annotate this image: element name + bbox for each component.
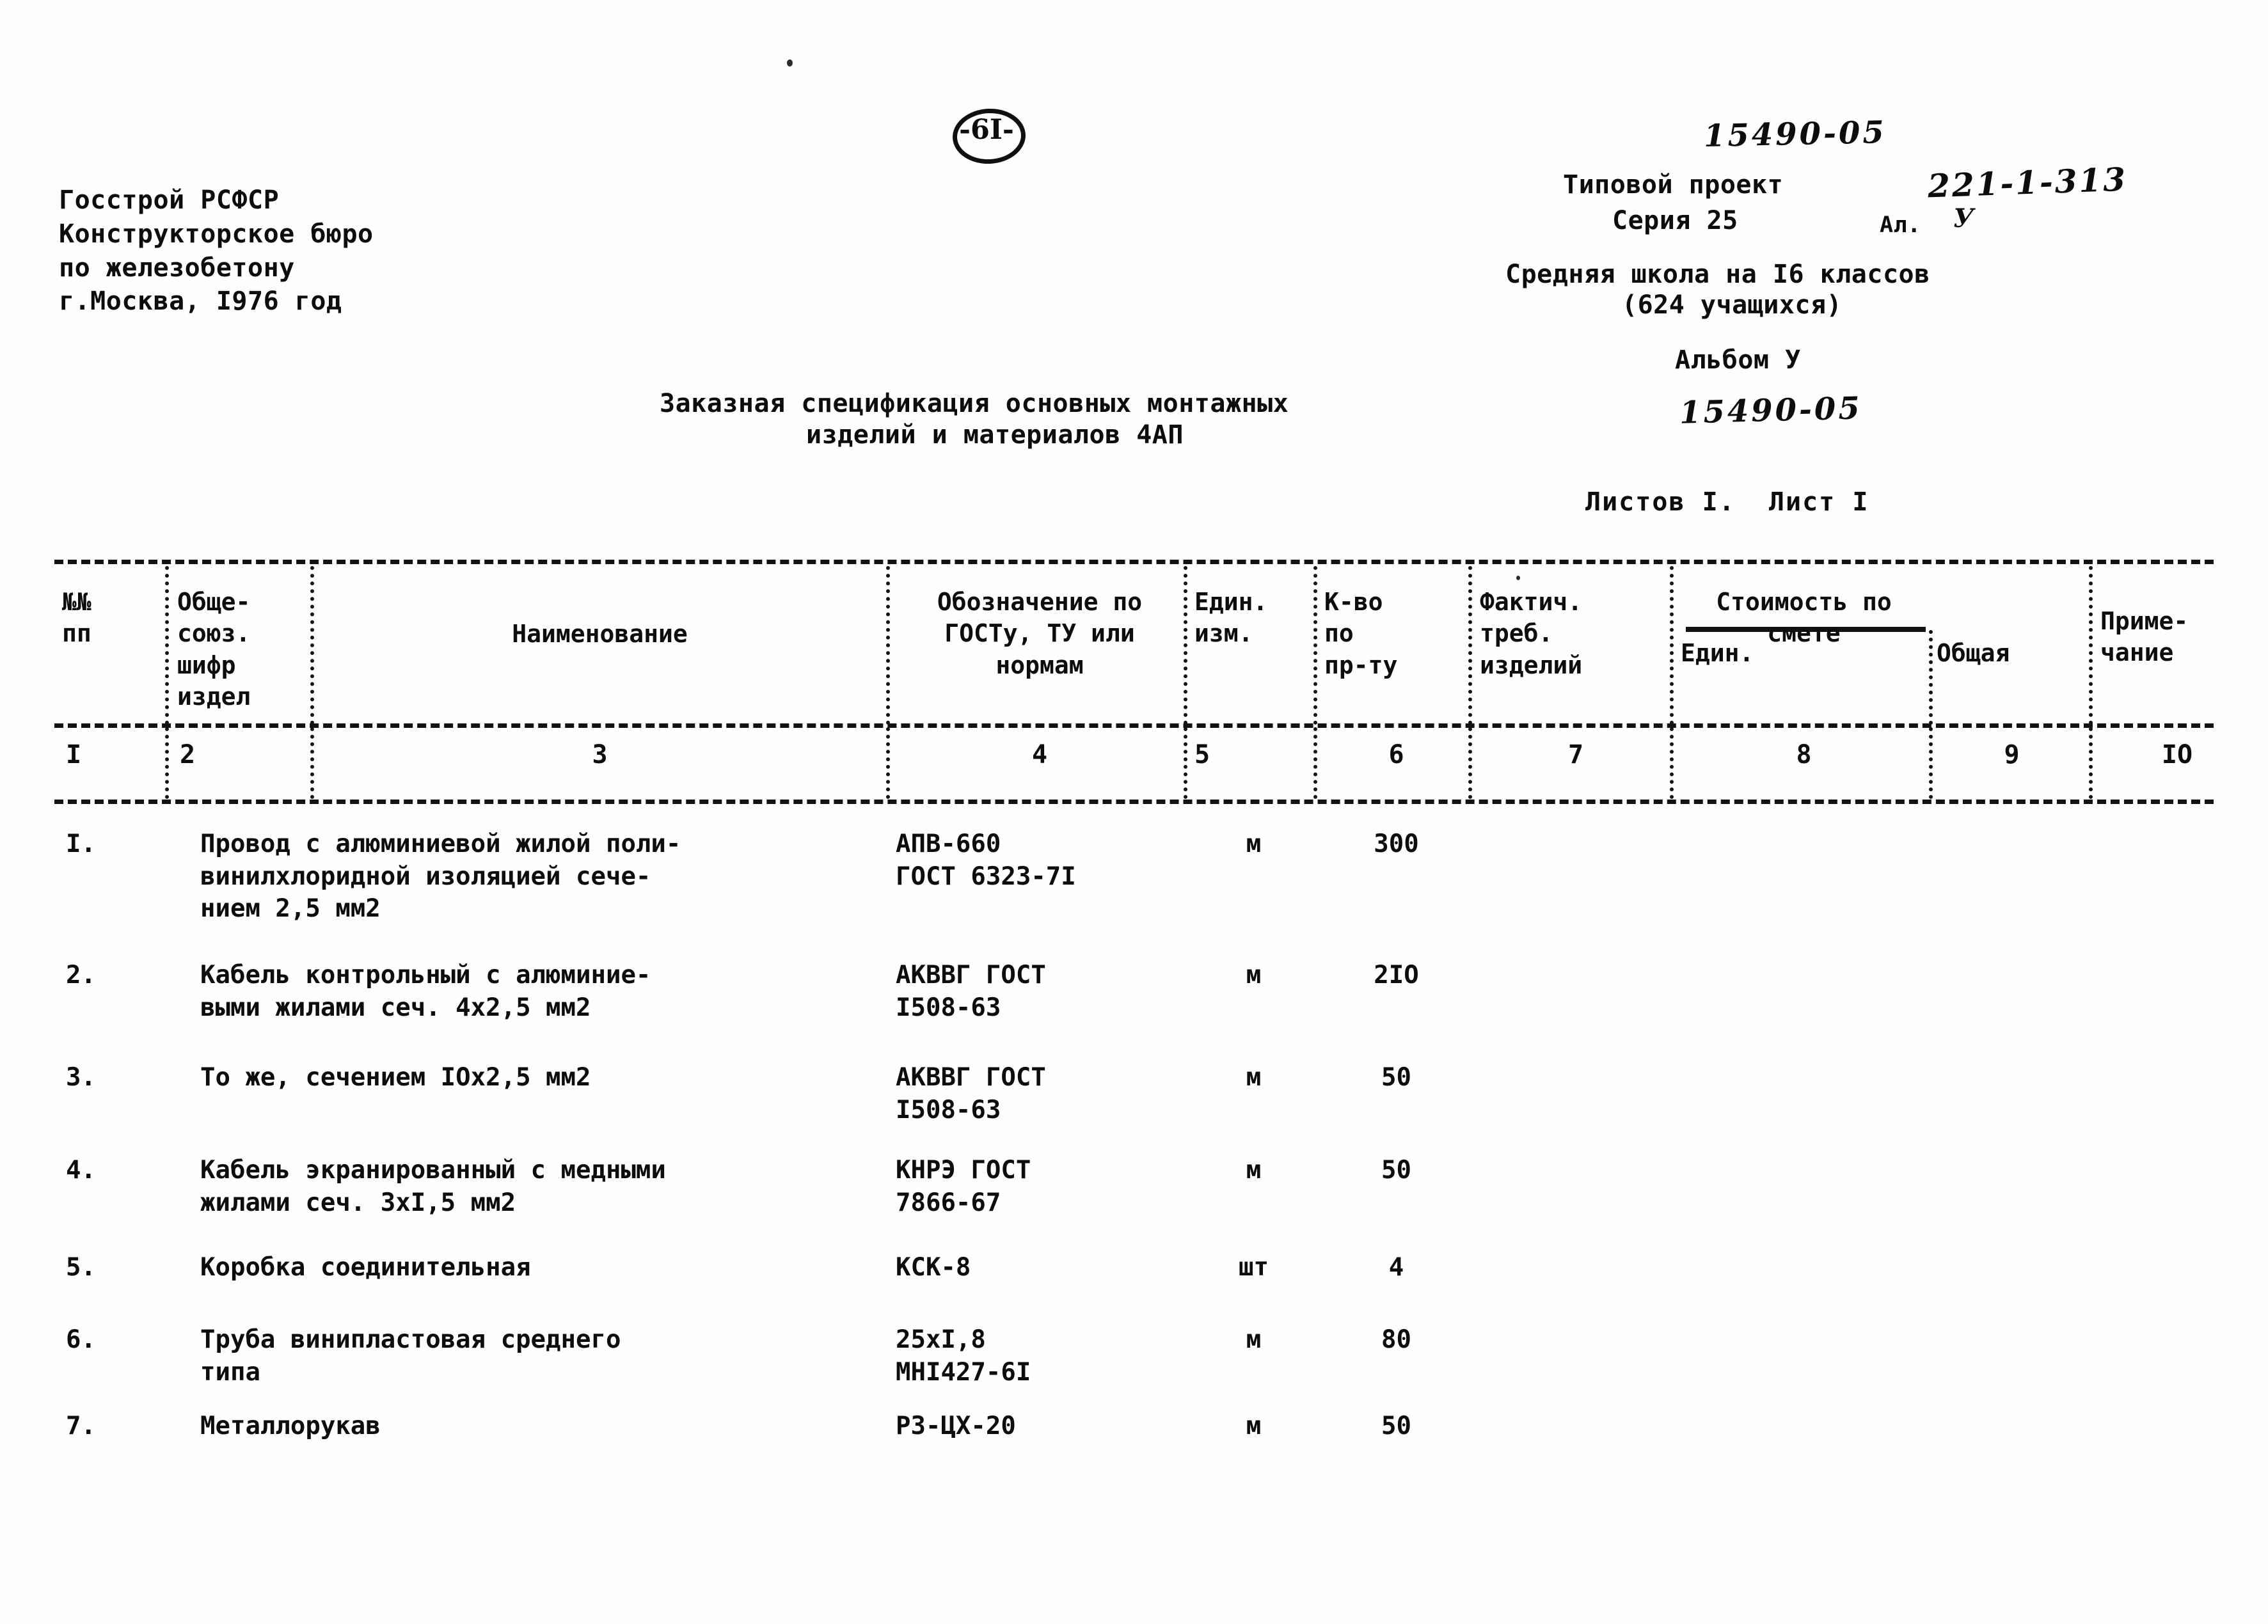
colnum-sep-9 <box>2089 727 2093 799</box>
row-name: Труба винипластовая среднего типа <box>200 1325 621 1387</box>
colnum-sep-6 <box>1468 727 1472 799</box>
row-name: Коробка соединительная <box>200 1253 531 1282</box>
col-sep-3 <box>886 566 890 725</box>
row-unit: м <box>1246 961 1262 989</box>
colnum-sep-4 <box>1184 727 1187 799</box>
colnum-sep-8 <box>1929 727 1933 799</box>
row-unit: шт <box>1239 1253 1269 1282</box>
paper-speck <box>787 59 793 67</box>
col-sep-2 <box>310 566 314 725</box>
project-label: Типовой проект <box>1563 170 1784 200</box>
row-standard: КСК-8 <box>896 1253 971 1282</box>
row-qty: 300 <box>1374 830 1419 858</box>
document-page: -6I- Госстрой РСФСР Конструкторское бюро… <box>0 0 2268 1624</box>
header-col-4: Обозначение по ГОСТу, ТУ или нормам <box>937 588 1143 679</box>
row-unit: м <box>1246 1325 1262 1354</box>
series-label: Серия 25 <box>1612 206 1738 235</box>
col-sep-1 <box>165 566 169 725</box>
colnum-3: 3 <box>592 740 608 769</box>
colnum-6: 6 <box>1388 740 1404 769</box>
row-unit: м <box>1246 1063 1262 1092</box>
header-col-6: К-во по пр-ту <box>1324 588 1398 679</box>
colnum-1: I <box>66 740 82 769</box>
header-col-1: №№ пп <box>62 588 91 648</box>
colnum-sep-1 <box>165 727 169 799</box>
album-short-label: Ал. <box>1880 212 1921 238</box>
row-name: Кабель экранированный с медными жилами с… <box>200 1156 666 1217</box>
col-sep-6 <box>1468 566 1472 725</box>
album-short-value: У <box>1953 203 1976 233</box>
row-number: 2. <box>66 961 96 989</box>
row-number: I. <box>66 830 96 858</box>
row-standard: 25хI,8 МНI427-6I <box>896 1325 1031 1387</box>
row-qty: 80 <box>1381 1325 1411 1354</box>
row-standard: АКВВГ ГОСТ I508-63 <box>896 961 1046 1022</box>
row-name: То же, сечением IOх2,5 мм2 <box>200 1063 591 1092</box>
row-qty: 50 <box>1381 1412 1411 1440</box>
row-number: 3. <box>66 1063 96 1092</box>
row-unit: м <box>1246 1156 1262 1185</box>
row-number: 7. <box>66 1412 96 1440</box>
row-unit: м <box>1246 1412 1262 1440</box>
row-standard: КНРЭ ГОСТ 7866-67 <box>896 1156 1031 1217</box>
project-number-handwritten: 221-1-313 <box>1927 160 2128 205</box>
colnum-10: IO <box>2161 740 2193 769</box>
project-code-handwritten: 15490-05 <box>1703 114 1887 154</box>
table-header-divider <box>54 723 2214 728</box>
row-standard: АКВВГ ГОСТ I508-63 <box>896 1063 1046 1124</box>
colnum-sep-5 <box>1313 727 1317 799</box>
school-line: Средняя школа на I6 классов <box>1505 260 1930 289</box>
header-col-7: Фактич. треб. изделий <box>1480 588 1583 679</box>
page-number-label: -6I- <box>959 114 1014 146</box>
row-name: Кабель контрольный с алюминие- выми жила… <box>200 961 651 1022</box>
colnum-4: 4 <box>1031 740 1048 769</box>
table-top-border <box>54 560 2214 564</box>
row-standard: РЗ-ЦХ-20 <box>896 1412 1016 1440</box>
pupils-line: (624 учащихся) <box>1622 290 1843 320</box>
col-sep-9 <box>2089 566 2093 725</box>
header-col-2: Обще- союз. шифр издел <box>177 588 251 711</box>
row-number: 6. <box>66 1325 96 1354</box>
row-unit: м <box>1246 830 1262 858</box>
sheets-line: Листов I. Лист I <box>1585 487 1869 517</box>
col-sep-8 <box>1929 630 1933 725</box>
header-col-8: Един. <box>1681 639 1754 667</box>
row-name: Металлорукав <box>200 1412 381 1440</box>
album-line: Альбом У <box>1675 345 1801 375</box>
colnum-9: 9 <box>2004 740 2020 769</box>
header-col-5: Един. изм. <box>1194 588 1268 648</box>
row-qty: 4 <box>1388 1253 1404 1282</box>
colnum-5: 5 <box>1194 740 1210 769</box>
colnum-7: 7 <box>1567 740 1584 769</box>
row-qty: 50 <box>1381 1063 1411 1092</box>
row-standard: АПВ-660 ГОСТ 6323-7I <box>896 830 1076 891</box>
table-colnum-divider <box>54 800 2214 804</box>
header-col-3: Наименование <box>512 620 688 648</box>
header-col-10: Приме- чание <box>2100 607 2189 667</box>
colnum-sep-2 <box>310 727 314 799</box>
album-code-handwritten: 15490-05 <box>1679 390 1863 431</box>
header-col-9: Общая <box>1937 639 2010 667</box>
colnum-8: 8 <box>1796 740 1812 769</box>
row-number: 5. <box>66 1253 96 1282</box>
row-qty: 50 <box>1381 1156 1411 1185</box>
row-number: 4. <box>66 1156 96 1185</box>
col-sep-5 <box>1313 566 1317 725</box>
paper-speck <box>1516 576 1520 580</box>
colnum-sep-3 <box>886 727 890 799</box>
organization-block: Госстрой РСФСР Конструкторское бюро по ж… <box>59 185 374 317</box>
document-title-line2: изделий и материалов 4АП <box>806 420 1184 450</box>
document-title-line1: Заказная спецификация основных монтажных <box>660 389 1289 418</box>
colnum-2: 2 <box>180 740 196 769</box>
row-qty: 2IO <box>1374 961 1419 989</box>
row-name: Провод с алюминиевой жилой поли- винилхл… <box>200 830 681 924</box>
col-sep-4 <box>1184 566 1187 725</box>
